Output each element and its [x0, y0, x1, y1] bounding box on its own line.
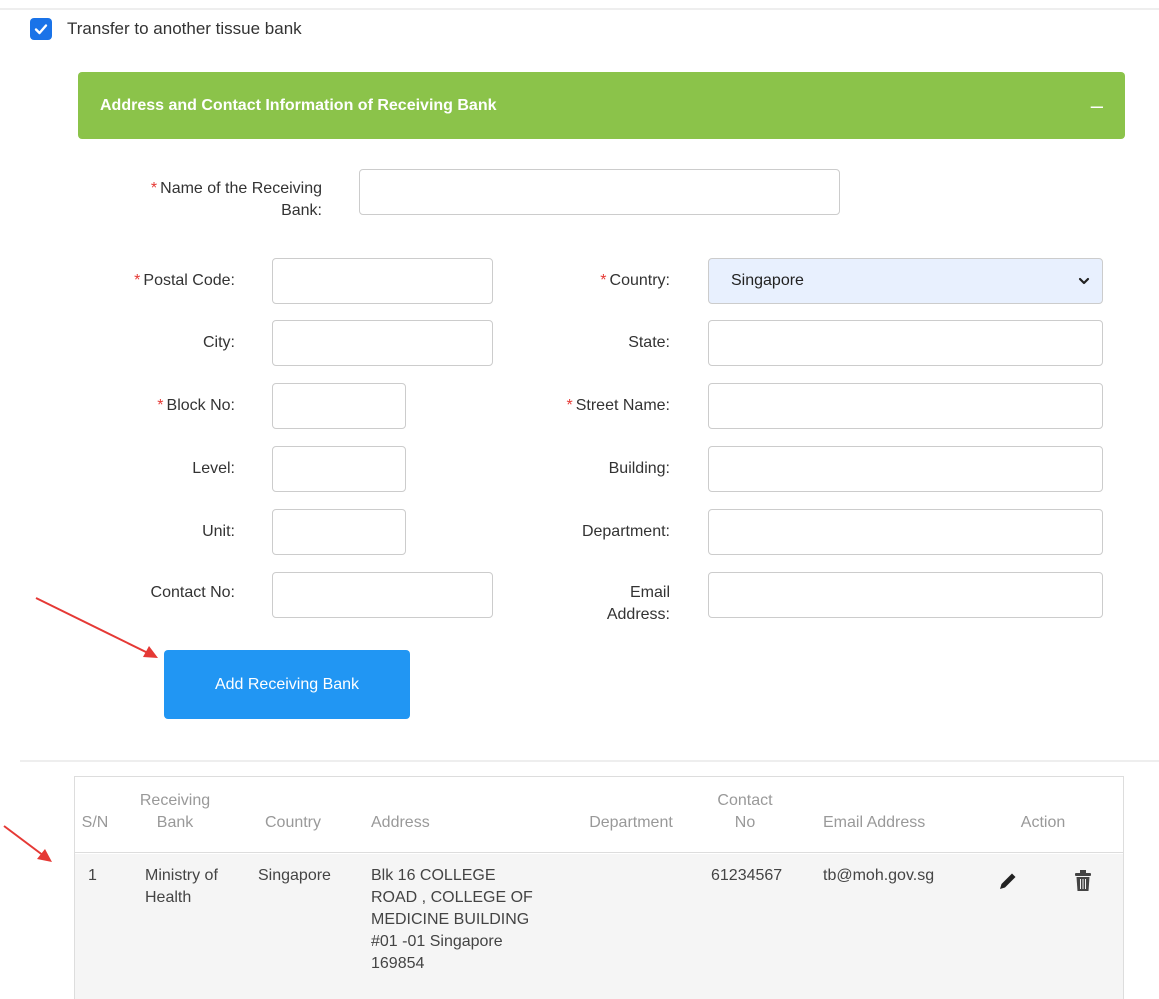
country-select[interactable]: Singapore — [708, 258, 1103, 304]
postal-code-label: * Postal Code: — [134, 272, 235, 289]
edit-button[interactable] — [997, 870, 1019, 899]
header-address: Address — [371, 814, 430, 831]
cell-email: tb@moh.gov.sg — [823, 867, 935, 884]
check-icon — [34, 24, 48, 35]
cell-country: Singapore — [258, 867, 331, 884]
receiving-bank-panel-header[interactable]: Address and Contact Information of Recei… — [78, 72, 1125, 139]
edit-pencil-icon — [1000, 873, 1016, 889]
country-label: * Country: — [600, 272, 670, 289]
receiving-bank-table: S/N Receiving Bank Country Address Depar… — [74, 776, 1124, 999]
city-label: City: — [203, 334, 235, 351]
email-label: Email Address: — [606, 584, 670, 623]
block-no-input[interactable] — [272, 383, 406, 429]
panel-title: Address and Contact Information of Recei… — [100, 96, 497, 114]
country-select-value: Singapore — [731, 272, 804, 289]
transfer-checkbox-row[interactable]: Transfer to another tissue bank — [30, 18, 302, 40]
header-contact-no: Contact No — [717, 792, 773, 831]
table-header: S/N Receiving Bank Country Address Depar… — [75, 777, 1123, 853]
cell-receiving-bank: Ministry of Health — [145, 867, 218, 906]
block-no-label: * Block No: — [157, 397, 235, 414]
department-label: Department: — [581, 523, 670, 540]
street-name-input[interactable] — [708, 383, 1103, 429]
state-label: State: — [628, 334, 670, 351]
unit-label: Unit: — [202, 523, 235, 540]
building-input[interactable] — [708, 446, 1103, 492]
bank-name-input[interactable] — [359, 169, 840, 215]
cell-sn: 1 — [88, 867, 97, 884]
header-email-address: Email Address — [823, 814, 926, 831]
bank-name-label: * Name of the Receiving Bank: — [150, 180, 322, 219]
email-input[interactable] — [708, 572, 1103, 618]
state-input[interactable] — [708, 320, 1103, 366]
transfer-checkbox-label: Transfer to another tissue bank — [67, 19, 302, 38]
postal-code-input[interactable] — [272, 258, 493, 304]
header-department: Department — [589, 814, 673, 831]
building-label: Building: — [608, 460, 670, 477]
header-receiving-bank: Receiving Bank — [139, 792, 211, 831]
header-action: Action — [1020, 814, 1066, 831]
level-input[interactable] — [272, 446, 406, 492]
annotation-arrow — [3, 825, 52, 862]
top-divider — [0, 0, 1159, 10]
transfer-checkbox[interactable] — [30, 18, 52, 40]
collapse-icon[interactable]: – — [1091, 94, 1103, 117]
unit-input[interactable] — [272, 509, 406, 555]
street-name-label: * Street Name: — [566, 397, 671, 414]
contact-no-input[interactable] — [272, 572, 493, 618]
section-divider — [20, 760, 1159, 762]
add-receiving-bank-button[interactable]: Add Receiving Bank — [164, 650, 410, 719]
annotation-arrow — [35, 597, 158, 658]
department-input[interactable] — [708, 509, 1103, 555]
city-input[interactable] — [272, 320, 493, 366]
chevron-down-icon — [1078, 277, 1090, 285]
cell-address: Blk 16 COLLEGE ROAD , COLLEGE OF MEDICIN… — [371, 867, 533, 972]
cell-contact-no: 61234567 — [711, 867, 783, 884]
trash-icon — [1075, 870, 1091, 891]
level-label: Level: — [192, 460, 235, 477]
header-sn: S/N — [81, 814, 109, 831]
header-country: Country — [264, 814, 322, 831]
table-row: 1 Ministry of Health Singapore Blk 16 CO… — [75, 854, 1123, 999]
delete-button[interactable] — [1073, 869, 1093, 900]
